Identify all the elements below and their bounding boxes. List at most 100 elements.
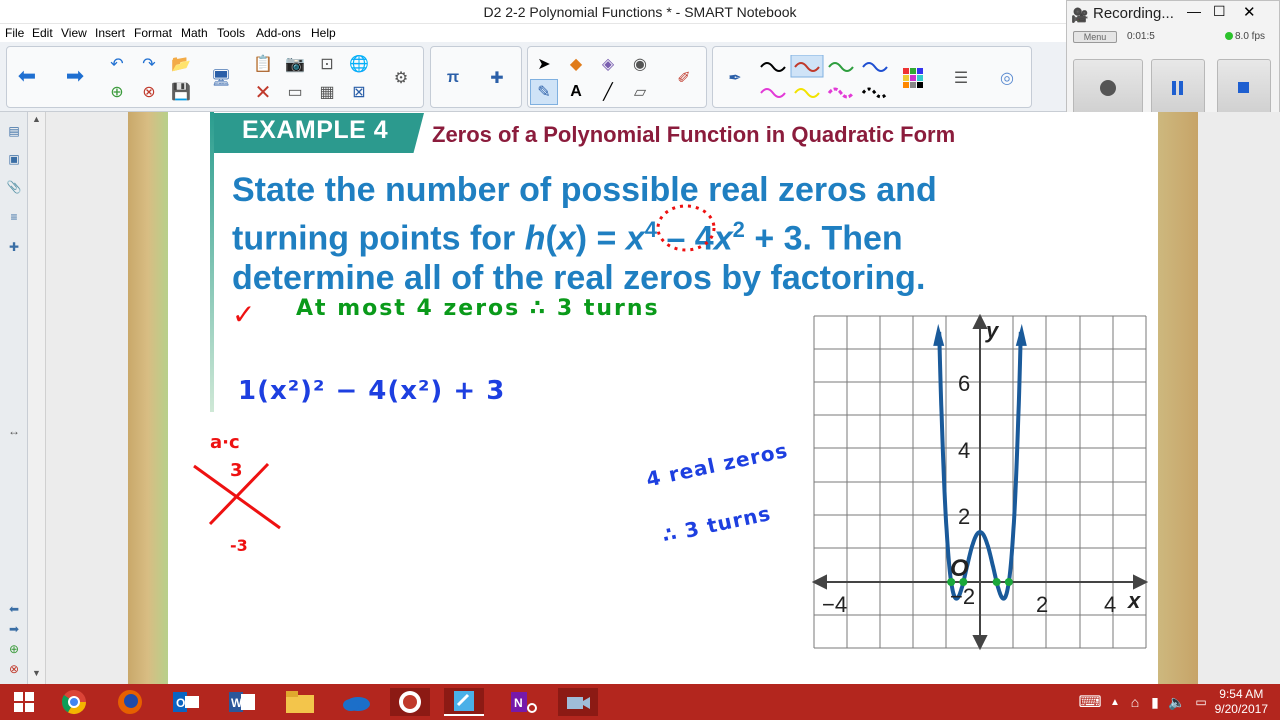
smart-notebook-task-icon[interactable] xyxy=(444,688,484,716)
factored-expression: 1(x²)² − 4(x²) + 3 xyxy=(238,376,506,406)
attachments-icon[interactable]: 📎 xyxy=(5,178,23,196)
power-icon[interactable]: ▮ xyxy=(1144,688,1166,716)
x-tick-neg2: −2 xyxy=(950,584,975,609)
svg-text:O: O xyxy=(176,696,185,710)
origin-label: O xyxy=(950,555,969,582)
exponent-2: 2 xyxy=(732,217,745,242)
word-icon[interactable]: W xyxy=(222,688,262,716)
transparency-icon[interactable]: ◎ xyxy=(993,65,1021,91)
x-tick-2: 2 xyxy=(1036,592,1048,617)
recording-widget: 🎥 Recording... — ☐ ✕ Menu 0:01:5 8.0 fps xyxy=(1066,0,1280,124)
scroll-down-icon[interactable]: ▼ xyxy=(32,668,41,678)
display-icon[interactable]: 🖥 xyxy=(207,65,235,91)
web-icon[interactable]: 🌐 xyxy=(345,51,373,77)
smart-recorder-task-icon[interactable] xyxy=(390,688,430,716)
system-clock[interactable]: 9:54 AM 9/20/2017 xyxy=(1215,687,1268,717)
y-tick-4: 4 xyxy=(958,438,970,463)
paste-icon[interactable]: 📋 xyxy=(249,51,277,77)
menu-file[interactable]: File xyxy=(5,26,24,40)
page-sorter-icon[interactable]: ▤ xyxy=(5,122,23,140)
color-palette-icon[interactable] xyxy=(899,65,927,91)
projector-icon[interactable]: ▭ xyxy=(281,79,309,105)
toolbar-group-math: π ✚ xyxy=(430,46,522,108)
sidebar-delete-page-icon[interactable]: ⊗ xyxy=(5,660,23,678)
delete-page-icon[interactable]: ⊗ xyxy=(135,79,163,105)
math-pi-icon[interactable]: π xyxy=(439,65,467,91)
language-icon[interactable]: ▭ xyxy=(1190,688,1212,716)
video-recorder-task-icon[interactable] xyxy=(558,688,598,716)
properties-tab-icon[interactable]: ≡ xyxy=(5,208,23,226)
maximize-icon[interactable]: ☐ xyxy=(1213,3,1226,20)
pens-icon[interactable]: ✎ xyxy=(530,79,558,105)
fill-icon[interactable]: ◉ xyxy=(626,51,654,77)
add-page-icon[interactable]: ⊕ xyxy=(103,79,131,105)
zero-point-4 xyxy=(1004,578,1013,586)
show-hidden-icons[interactable]: ▲ xyxy=(1104,688,1126,716)
windows-taskbar: O W N ⌨ ▲ ⌂ ▮ 🔈 ▭ 9:54 AM 9/20/2017 xyxy=(0,684,1280,720)
forward-arrow-icon[interactable]: ➡ xyxy=(61,63,89,89)
open-folder-icon[interactable]: 📂 xyxy=(167,51,195,77)
cut-icon[interactable]: ✕ xyxy=(249,79,277,105)
polynomial-graph: −2 −4 2 4 x y 2 4 6 O xyxy=(812,314,1148,651)
ac-top-value: 3 xyxy=(230,460,243,481)
menu-tools[interactable]: Tools xyxy=(217,26,245,40)
onedrive-icon[interactable] xyxy=(336,688,376,716)
svg-text:N: N xyxy=(514,696,523,710)
scroll-up-icon[interactable]: ▲ xyxy=(32,114,41,124)
clock-date: 9/20/2017 xyxy=(1214,702,1268,716)
volume-icon[interactable]: 🔈 xyxy=(1166,688,1188,716)
red-check-mark: ✓ xyxy=(232,298,256,331)
close-icon[interactable]: ✕ xyxy=(1243,3,1256,21)
magic-pen-icon[interactable]: ✐ xyxy=(670,65,698,91)
text-icon[interactable]: A xyxy=(562,79,590,105)
addons-tab-icon[interactable]: ✚ xyxy=(5,238,23,256)
chrome-icon[interactable] xyxy=(54,688,94,716)
network-icon[interactable]: ⌂ xyxy=(1124,688,1146,716)
save-icon[interactable]: 💾 xyxy=(167,79,195,105)
record-button[interactable] xyxy=(1073,59,1143,117)
back-arrow-icon[interactable]: ⬅ xyxy=(13,63,41,89)
menu-addons[interactable]: Add-ons xyxy=(256,26,301,40)
recorder-menu-button[interactable]: Menu xyxy=(1073,31,1117,43)
properties-icon[interactable]: ⚙ xyxy=(387,65,415,91)
minimize-icon[interactable]: — xyxy=(1187,3,1201,19)
menu-math[interactable]: Math xyxy=(181,26,208,40)
erase-icon[interactable]: ▱ xyxy=(626,79,654,105)
firefox-icon[interactable] xyxy=(110,688,150,716)
zero-point-3 xyxy=(992,578,1001,586)
prev-page-icon[interactable]: ⬅ xyxy=(5,600,23,618)
eraser-icon[interactable]: ◈ xyxy=(594,51,622,77)
gallery-icon[interactable]: ▣ xyxy=(5,150,23,168)
close-box-icon[interactable]: ⊠ xyxy=(345,79,373,105)
shapes-icon[interactable]: ◆ xyxy=(562,51,590,77)
start-windows-icon[interactable] xyxy=(4,688,44,716)
line-style-icon[interactable]: ☰ xyxy=(947,65,975,91)
screen-shade-icon[interactable]: ⊡ xyxy=(313,51,341,77)
file-explorer-icon[interactable] xyxy=(280,688,320,716)
undo-icon[interactable]: ↶ xyxy=(103,51,131,77)
menu-help[interactable]: Help xyxy=(311,26,336,40)
select-arrow-icon[interactable]: ➤ xyxy=(530,51,558,77)
problem-text: turning points for xyxy=(232,219,525,258)
addons-puzzle-icon[interactable]: ✚ xyxy=(483,65,511,91)
menu-edit[interactable]: Edit xyxy=(32,26,53,40)
sidebar-add-page-icon[interactable]: ⊕ xyxy=(5,640,23,658)
vertical-scrollbar[interactable]: ▲ ▼ xyxy=(28,112,46,684)
pen-color-swatches[interactable] xyxy=(757,55,897,103)
menu-format[interactable]: Format xyxy=(134,26,172,40)
redo-icon[interactable]: ↷ xyxy=(135,51,163,77)
outlook-icon[interactable]: O xyxy=(166,688,206,716)
y-tick-2: 2 xyxy=(958,504,970,529)
table-icon[interactable]: ▦ xyxy=(313,79,341,105)
pause-button[interactable] xyxy=(1151,59,1205,117)
problem-line-3: determine all of the real zeros by facto… xyxy=(232,259,926,298)
next-page-icon[interactable]: ➡ xyxy=(5,620,23,638)
stop-button[interactable] xyxy=(1217,59,1271,117)
onenote-icon[interactable]: N xyxy=(504,688,544,716)
pen-type-icon[interactable]: ✒ xyxy=(721,65,749,91)
camera-icon[interactable]: 📷 xyxy=(281,51,309,77)
menu-insert[interactable]: Insert xyxy=(95,26,125,40)
line-icon[interactable]: ╱ xyxy=(594,79,622,105)
resize-handle-icon[interactable]: ↔ xyxy=(5,422,23,440)
menu-view[interactable]: View xyxy=(61,26,87,40)
